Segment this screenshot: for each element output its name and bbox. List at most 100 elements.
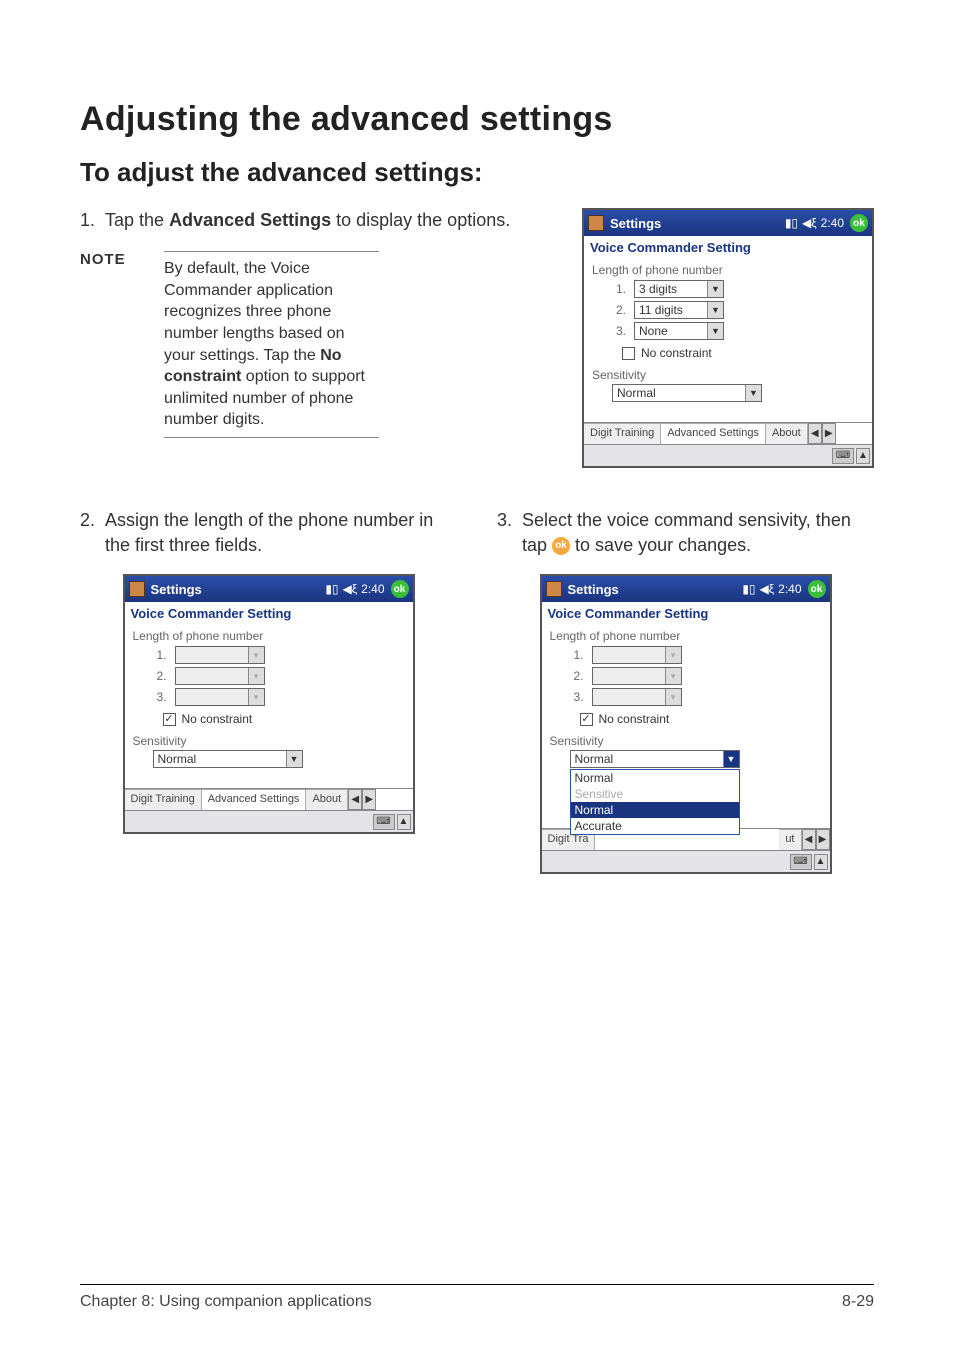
sensitivity-value: Normal bbox=[617, 386, 656, 400]
screenshot-sensitivity-dropdown: Settings ▮▯ ◀ξ 2:40 ok Voice Commander S… bbox=[540, 574, 832, 874]
length-select-3-value: None bbox=[639, 324, 668, 338]
chevron-down-icon: ▾ bbox=[248, 689, 264, 705]
page-subtitle: To adjust the advanced settings: bbox=[80, 157, 874, 188]
step-3: 3. Select the voice command sensivity, t… bbox=[497, 508, 874, 558]
sensitivity-option-sensitive[interactable]: Sensitive bbox=[571, 786, 739, 802]
ok-button[interactable]: ok bbox=[808, 580, 826, 598]
field-index-3: 3. bbox=[153, 690, 167, 704]
window-title: Settings bbox=[568, 582, 619, 597]
field-index-2: 2. bbox=[612, 303, 626, 317]
tab-advanced-settings[interactable]: Advanced Settings bbox=[202, 789, 307, 810]
tab-scroll-right[interactable]: ▶ bbox=[362, 789, 376, 810]
chevron-down-icon: ▼ bbox=[286, 751, 302, 767]
page-footer: Chapter 8: Using companion applications … bbox=[80, 1284, 874, 1311]
tab-scroll-right[interactable]: ▶ bbox=[816, 829, 830, 850]
menu-up-icon[interactable]: ▲ bbox=[814, 854, 828, 870]
length-select-2: ▾ bbox=[175, 667, 265, 685]
sensitivity-select[interactable]: Normal ▼ bbox=[153, 750, 303, 768]
sensitivity-label: Sensitivity bbox=[133, 734, 405, 748]
field-index-3: 3. bbox=[612, 324, 626, 338]
length-select-3: ▾ bbox=[592, 688, 682, 706]
keyboard-icon[interactable]: ⌨ bbox=[790, 854, 812, 870]
field-index-3: 3. bbox=[570, 690, 584, 704]
sound-icon: ◀ξ bbox=[343, 583, 358, 595]
clock: 2:40 bbox=[361, 582, 384, 596]
sensitivity-option-normal[interactable]: Normal bbox=[571, 770, 739, 786]
clock: 2:40 bbox=[821, 216, 844, 230]
chevron-down-icon: ▾ bbox=[248, 668, 264, 684]
signal-icon: ▮▯ bbox=[742, 583, 755, 595]
length-select-2[interactable]: 11 digits▼ bbox=[634, 301, 724, 319]
chevron-down-icon: ▼ bbox=[707, 281, 723, 297]
step-1: 1. Tap the Advanced Settings to display … bbox=[80, 208, 552, 233]
chevron-down-icon: ▼ bbox=[707, 302, 723, 318]
no-constraint-label: No constraint bbox=[599, 712, 670, 726]
note-label: NOTE bbox=[80, 251, 140, 438]
chevron-down-icon: ▾ bbox=[665, 668, 681, 684]
titlebar: Settings ▮▯ ◀ξ 2:40 ok bbox=[584, 210, 872, 236]
tab-about[interactable]: About bbox=[306, 789, 348, 810]
step-3-number: 3. bbox=[497, 508, 512, 558]
footer-chapter: Chapter 8: Using companion applications bbox=[80, 1293, 372, 1311]
tab-digit-training[interactable]: Digit Training bbox=[584, 423, 661, 444]
window-title: Settings bbox=[610, 216, 661, 231]
sensitivity-value: Normal bbox=[575, 752, 614, 766]
tab-advanced-settings[interactable]: Advanced Settings bbox=[661, 423, 766, 444]
no-constraint-label: No constraint bbox=[182, 712, 253, 726]
field-index-2: 2. bbox=[153, 669, 167, 683]
length-select-3[interactable]: None▼ bbox=[634, 322, 724, 340]
tab-scroll-right[interactable]: ▶ bbox=[822, 423, 836, 444]
footer-page-number: 8-29 bbox=[842, 1293, 874, 1311]
no-constraint-checkbox[interactable]: ✓ bbox=[163, 713, 176, 726]
note-text-pre: By default, the Voice Commander applicat… bbox=[164, 260, 345, 363]
chevron-down-icon: ▾ bbox=[665, 689, 681, 705]
tab-about[interactable]: ut bbox=[779, 829, 801, 850]
step-2-number: 2. bbox=[80, 508, 95, 558]
no-constraint-checkbox[interactable] bbox=[622, 347, 635, 360]
field-index-2: 2. bbox=[570, 669, 584, 683]
bottom-bar: ⌨ ▲ bbox=[542, 850, 830, 872]
no-constraint-checkbox[interactable]: ✓ bbox=[580, 713, 593, 726]
ok-button[interactable]: ok bbox=[391, 580, 409, 598]
signal-icon: ▮▯ bbox=[785, 217, 798, 229]
tab-digit-training[interactable]: Digit Training bbox=[125, 789, 202, 810]
signal-icon: ▮▯ bbox=[325, 583, 338, 595]
step-3-text-post: to save your changes. bbox=[570, 535, 751, 555]
keyboard-icon[interactable]: ⌨ bbox=[373, 814, 395, 830]
field-index-1: 1. bbox=[570, 648, 584, 662]
field-index-1: 1. bbox=[612, 282, 626, 296]
sound-icon: ◀ξ bbox=[760, 583, 775, 595]
tab-scroll-left[interactable]: ◀ bbox=[808, 423, 822, 444]
step-1-number: 1. bbox=[80, 208, 95, 233]
window-title: Settings bbox=[151, 582, 202, 597]
length-select-1[interactable]: 3 digits▼ bbox=[634, 280, 724, 298]
sensitivity-select[interactable]: Normal ▼ bbox=[612, 384, 762, 402]
sensitivity-select[interactable]: Normal▼ bbox=[570, 750, 740, 768]
tab-scroll-left[interactable]: ◀ bbox=[802, 829, 816, 850]
ok-button[interactable]: ok bbox=[850, 214, 868, 232]
menu-up-icon[interactable]: ▲ bbox=[397, 814, 411, 830]
length-select-3: ▾ bbox=[175, 688, 265, 706]
sound-icon: ◀ξ bbox=[802, 217, 817, 229]
sensitivity-option-normal-selected[interactable]: Normal bbox=[571, 802, 739, 818]
app-icon bbox=[546, 581, 562, 597]
sensitivity-option-accurate[interactable]: Accurate bbox=[571, 818, 739, 834]
clock: 2:40 bbox=[778, 582, 801, 596]
screenshot-advanced-settings-default: Settings ▮▯ ◀ξ 2:40 ok Voice Commander S… bbox=[582, 208, 874, 468]
chevron-down-icon: ▼ bbox=[745, 385, 761, 401]
panel-header: Voice Commander Setting bbox=[125, 602, 413, 625]
sensitivity-label: Sensitivity bbox=[550, 734, 822, 748]
panel-header: Voice Commander Setting bbox=[584, 236, 872, 259]
keyboard-icon[interactable]: ⌨ bbox=[832, 448, 854, 464]
sensitivity-label: Sensitivity bbox=[592, 368, 864, 382]
page-title: Adjusting the advanced settings bbox=[80, 100, 874, 139]
step-2: 2. Assign the length of the phone number… bbox=[80, 508, 457, 558]
bottom-bar: ⌨ ▲ bbox=[584, 444, 872, 466]
sensitivity-value: Normal bbox=[158, 752, 197, 766]
step-1-text-bold: Advanced Settings bbox=[169, 210, 331, 230]
titlebar: Settings ▮▯ ◀ξ 2:40 ok bbox=[542, 576, 830, 602]
tab-scroll-left[interactable]: ◀ bbox=[348, 789, 362, 810]
menu-up-icon[interactable]: ▲ bbox=[856, 448, 870, 464]
tab-about[interactable]: About bbox=[766, 423, 808, 444]
length-select-1: ▾ bbox=[175, 646, 265, 664]
